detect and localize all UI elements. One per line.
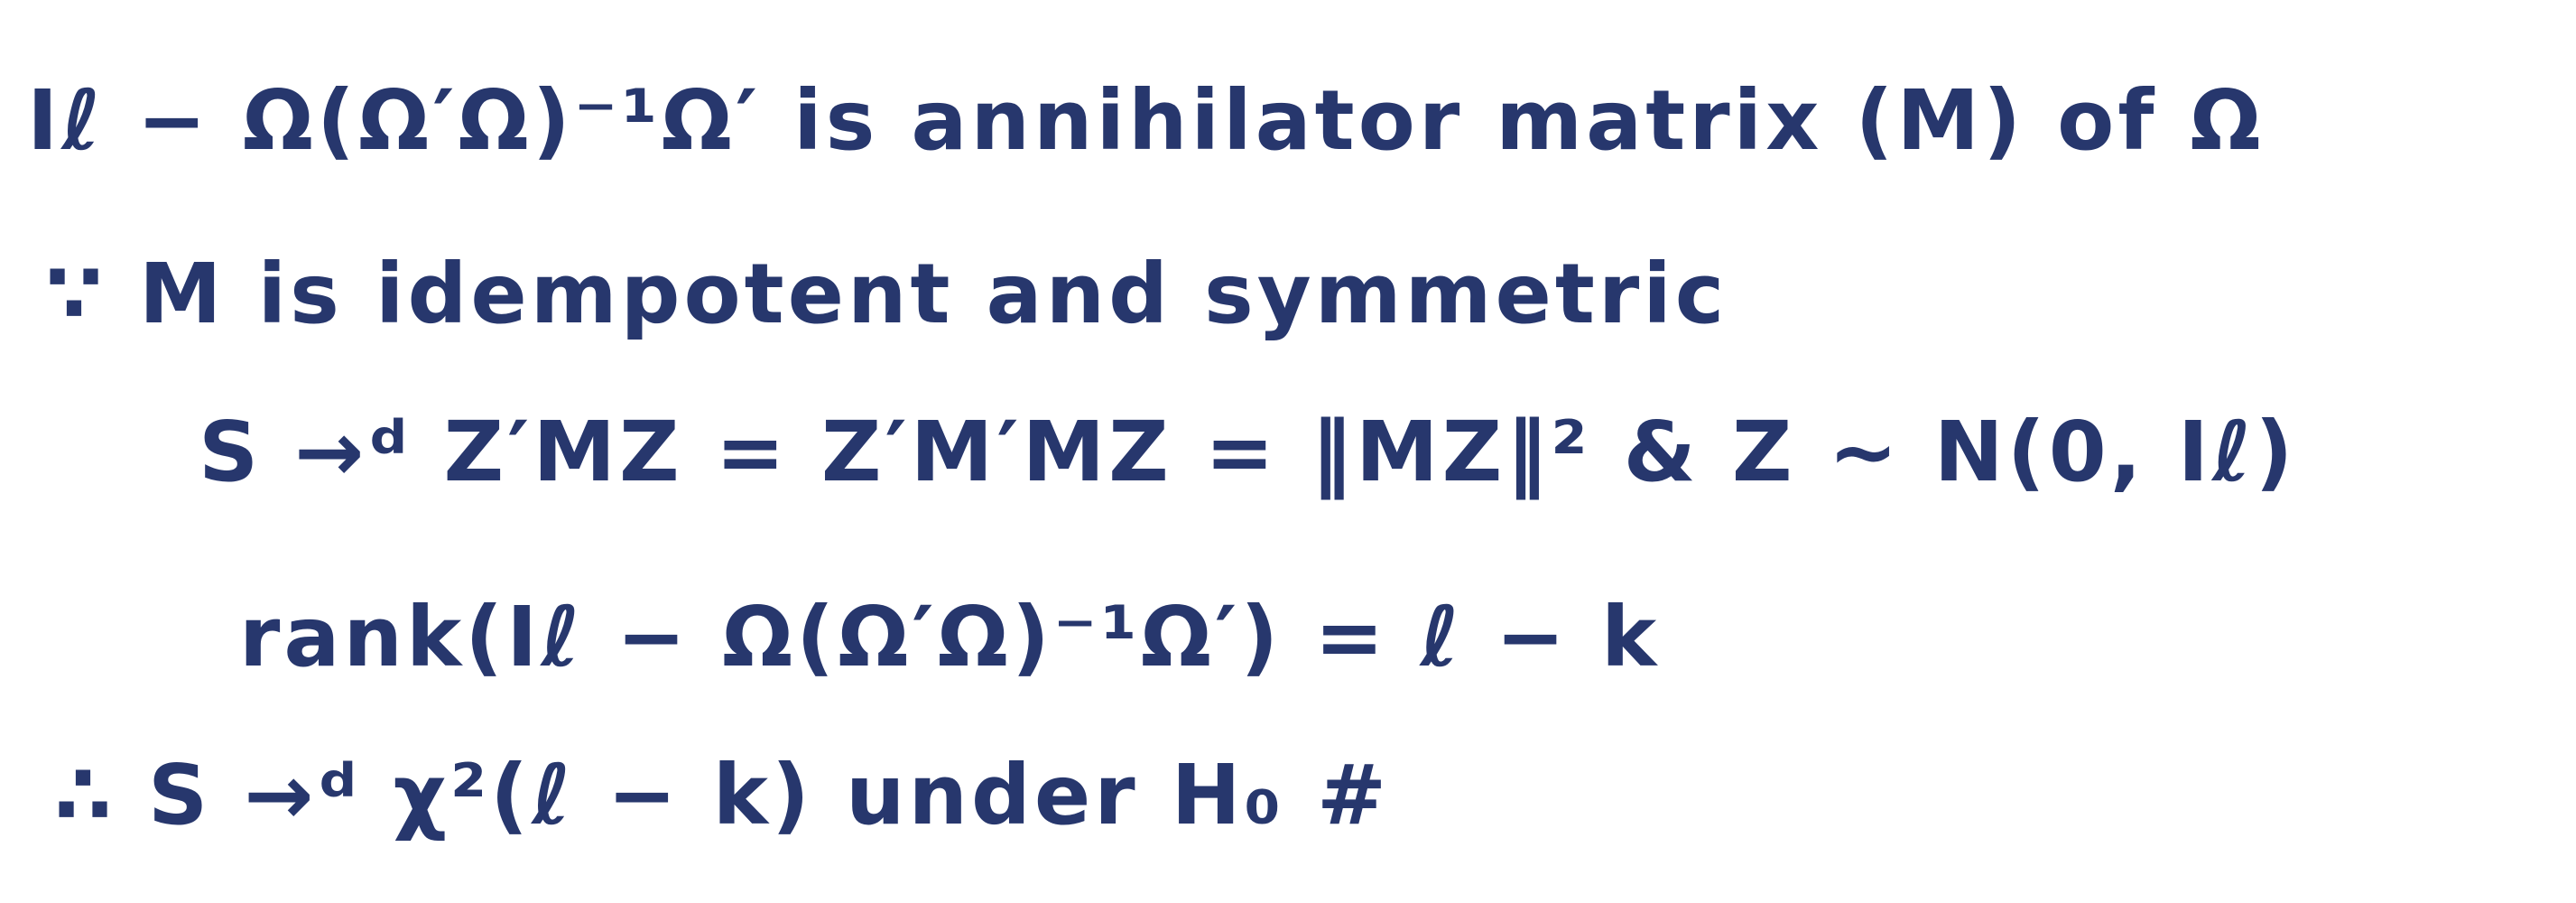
note-line-convergence: S →ᵈ Z′MZ = Z′M′MZ = ‖MZ‖² & Z ~ N(0, Iℓ… — [199, 404, 2297, 500]
note-line-rank: rank(Iℓ − Ω(Ω′Ω)⁻¹Ω′) = ℓ − k — [239, 589, 1661, 685]
handwritten-note: Iℓ − Ω(Ω′Ω)⁻¹Ω′ is annihilator matrix (M… — [0, 0, 2576, 903]
note-line-idempotent: ∵ M is idempotent and symmetric — [45, 246, 1728, 342]
note-line-conclusion: ∴ S →ᵈ χ²(ℓ − k) under H₀ # — [54, 747, 1391, 843]
note-line-annihilator: Iℓ − Ω(Ω′Ω)⁻¹Ω′ is annihilator matrix (M… — [27, 72, 2265, 169]
